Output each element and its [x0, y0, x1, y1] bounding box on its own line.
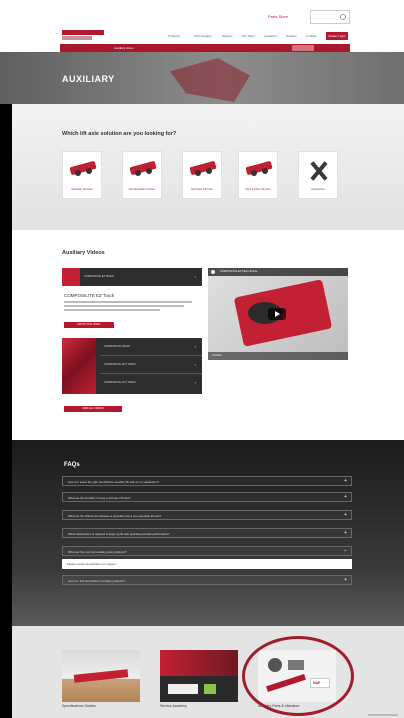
video-player[interactable]: COMPOSILITE EZ Track Lift Axle YouTube: [208, 268, 348, 360]
nav-item-support[interactable]: Support: [222, 34, 233, 38]
product-card-label: Self-Steer Lift Axles: [191, 188, 213, 191]
videos-heading: Auxiliary Videos: [62, 250, 105, 256]
faq-item[interactable]: What are the benefits of using a self-st…: [62, 492, 352, 502]
chevron-right-icon: ›: [194, 380, 196, 385]
faq-item[interactable]: What maintenance is required to keep my …: [62, 528, 352, 538]
resource-thumbnail-specifications[interactable]: [62, 650, 140, 702]
hendrickson-logo[interactable]: [62, 30, 104, 40]
axle-image: [67, 160, 99, 180]
left-black-band: [0, 104, 12, 718]
faq-answer-text: Please contact Hendrickson for support.: [67, 562, 117, 566]
video-description-title: COMPOSILITE EZ Track: [64, 293, 115, 298]
axle-image: [187, 160, 219, 180]
banner-image: [160, 650, 238, 676]
solutions-heading: Which lift axle solution are you looking…: [62, 131, 177, 137]
faq-answer: Please contact Hendrickson for support.: [62, 559, 352, 569]
subnav-label[interactable]: Auxiliary Axles: [114, 46, 133, 50]
player-title-bar: COMPOSILITE EZ Track Lift Axle: [208, 268, 348, 276]
video-description-line: [64, 301, 192, 303]
screen-image: [168, 684, 198, 694]
faq-question: What are the differences between a steer…: [68, 514, 162, 518]
video-description-line: [64, 305, 184, 307]
product-card-non-steerable[interactable]: Non-Steerable Lift Axles: [122, 151, 162, 199]
faq-item[interactable]: What are the differences between a steer…: [62, 510, 352, 520]
product-card-label: Tag & Pusher Lift Axles: [245, 188, 271, 191]
plus-icon: +: [344, 530, 347, 536]
annotation-circle: [242, 636, 354, 716]
hero-product-image: [170, 58, 250, 102]
resource-caption[interactable]: Service Academy: [160, 704, 187, 708]
product-card-label: Accessories: [311, 188, 325, 191]
minus-icon: −: [344, 548, 347, 554]
faq-question: What are the benefits of using a self-st…: [68, 496, 131, 500]
dealer-login-button[interactable]: Dealer Login: [326, 32, 348, 40]
video-tile-label: COMPOSILITE EZ TRACK: [84, 275, 115, 278]
video-list-item[interactable]: COMPOSILITE AUX TRACK ›: [100, 374, 202, 392]
plus-icon: +: [344, 478, 347, 484]
player-title: COMPOSILITE EZ Track Lift Axle: [220, 270, 258, 273]
videos-section: Auxiliary Videos COMPOSILITE EZ TRACK › …: [12, 230, 404, 440]
nav-item-technologies[interactable]: Technologies: [194, 34, 212, 38]
section-subnav: Auxiliary Axles: [60, 44, 350, 52]
axle-image: [127, 160, 159, 180]
video-list-item[interactable]: COMPOSILITE TRACK ›: [100, 338, 202, 356]
nav-item-contact[interactable]: Contact: [306, 34, 316, 38]
scrollbar-fragment[interactable]: [368, 714, 398, 716]
video-list: COMPOSILITE TRACK › COMPOSILITE AUX TRAC…: [62, 338, 202, 394]
product-card-label: Steerable Lift Axles: [71, 188, 93, 191]
video-list-label: COMPOSILITE AUX TRACK: [104, 381, 136, 384]
video-list-label: COMPOSILITE AUX TRACK: [104, 363, 136, 366]
video-list-item[interactable]: COMPOSILITE AUX TRACK ›: [100, 356, 202, 374]
screen-image: [204, 684, 216, 694]
video-tile-featured[interactable]: COMPOSILITE EZ TRACK ›: [62, 268, 202, 286]
product-card-accessories[interactable]: Accessories: [298, 151, 338, 199]
nav-item-locations[interactable]: Locations: [264, 34, 277, 38]
accessory-image: [303, 160, 335, 181]
youtube-label[interactable]: YouTube: [212, 354, 222, 357]
video-thumbnail: [62, 338, 96, 394]
product-card-label: Non-Steerable Lift Axles: [128, 188, 156, 191]
nav-item-our-story[interactable]: Our Story: [242, 34, 255, 38]
faq-item[interactable]: How do I find Hendrickson Auxiliary prod…: [62, 575, 352, 585]
faq-item[interactable]: How do I select the right Hendrickson au…: [62, 476, 352, 486]
chevron-right-icon: ›: [194, 362, 196, 367]
player-footer: YouTube: [208, 352, 348, 360]
subnav-button[interactable]: [292, 45, 314, 51]
video-thumbnail: [62, 268, 80, 286]
resource-thumbnail-service[interactable]: [160, 650, 238, 702]
faq-item-expanded[interactable]: What are the common auxiliary axle probl…: [62, 546, 352, 556]
chevron-right-icon: ›: [194, 274, 196, 279]
product-card-tag-pusher[interactable]: Tag & Pusher Lift Axles: [238, 151, 278, 199]
play-button-icon[interactable]: [268, 308, 286, 320]
view-all-videos-button[interactable]: VIEW ALL VIDEOS: [64, 406, 122, 412]
axle-image: [243, 160, 275, 180]
main-navigation: Products Technologies Support Our Story …: [0, 26, 404, 44]
faq-question: How do I select the right Hendrickson au…: [68, 480, 160, 484]
video-description-line: [64, 309, 160, 311]
plus-icon: +: [344, 494, 347, 500]
chevron-right-icon: ›: [194, 344, 196, 349]
lift-axle-solutions-section: Which lift axle solution are you looking…: [12, 104, 404, 230]
faqs-section: FAQs How do I select the right Hendricks…: [12, 440, 404, 626]
hero-banner: AUXILIARY: [0, 52, 404, 104]
search-icon[interactable]: [340, 14, 346, 20]
nav-item-products[interactable]: Products: [168, 34, 180, 38]
parts-store-link[interactable]: Parts Store: [268, 14, 288, 19]
resource-caption[interactable]: Specifications Guides: [62, 704, 96, 708]
search-input[interactable]: [310, 10, 350, 24]
plus-icon: +: [344, 577, 347, 583]
axle-image: [73, 669, 129, 683]
plus-icon: +: [344, 512, 347, 518]
faqs-heading: FAQs: [64, 462, 80, 468]
channel-avatar: [211, 270, 215, 274]
watch-video-button[interactable]: WATCH THE VIDEO: [64, 322, 114, 328]
product-card-steerable[interactable]: Steerable Lift Axles: [62, 151, 102, 199]
video-list-label: COMPOSILITE TRACK: [104, 345, 131, 348]
faq-question: How do I find Hendrickson Auxiliary prod…: [68, 579, 125, 583]
nav-item-careers[interactable]: Careers: [286, 34, 297, 38]
product-card-self-steer[interactable]: Self-Steer Lift Axles: [182, 151, 222, 199]
page-title: AUXILIARY: [62, 74, 115, 84]
faq-question: What are the common auxiliary axle probl…: [68, 550, 127, 554]
faq-question: What maintenance is required to keep my …: [68, 532, 170, 536]
